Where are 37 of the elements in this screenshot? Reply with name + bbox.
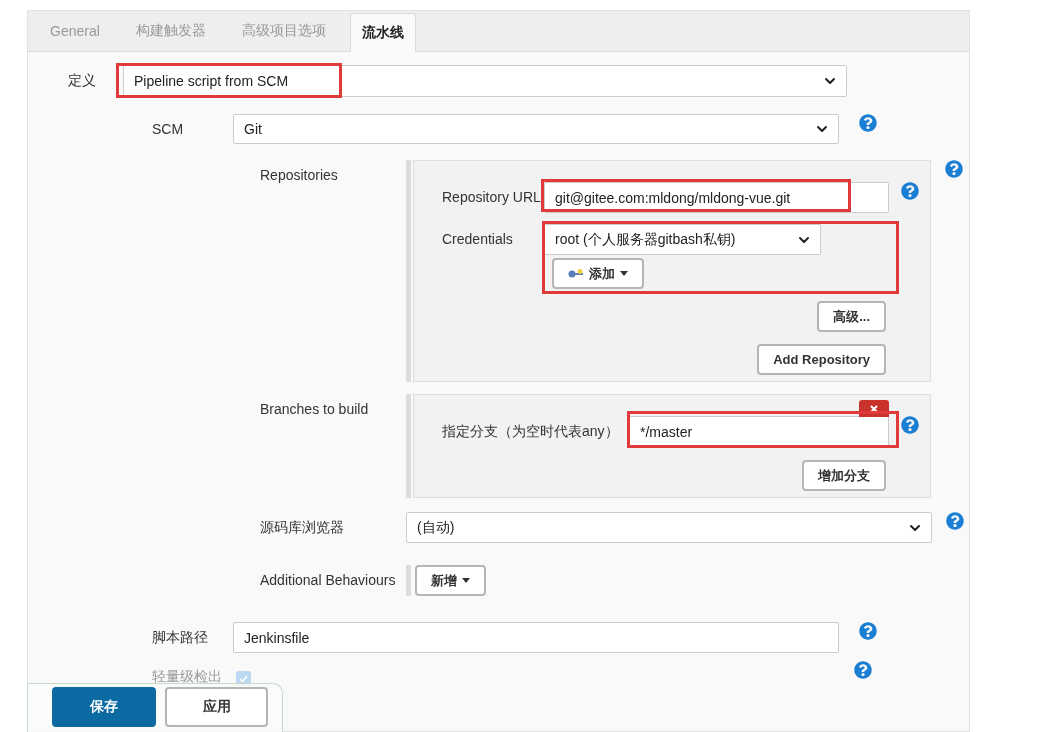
help-icon[interactable]	[946, 512, 964, 530]
select-field[interactable]: Git	[233, 114, 839, 144]
tab[interactable]: 流水线	[349, 13, 416, 52]
field-label: 轻量级检出	[152, 667, 223, 686]
input-field[interactable]: */master	[629, 416, 889, 447]
add-behaviour-button[interactable]: 新增	[415, 565, 486, 596]
input-field[interactable]: Jenkinsfile	[233, 622, 839, 653]
caret-icon	[620, 271, 628, 276]
select-field[interactable]: root (个人服务器gitbash私钥)	[544, 224, 821, 255]
key-icon	[568, 268, 584, 279]
save-button[interactable]: 保存	[52, 687, 156, 727]
field-label: 源码库浏览器	[260, 518, 345, 537]
help-icon[interactable]	[945, 160, 963, 178]
caret-icon	[462, 578, 470, 583]
field-label: Credentials	[442, 230, 514, 247]
add-repository-button[interactable]: Add Repository	[757, 344, 886, 375]
help-icon[interactable]	[901, 182, 919, 200]
field-label: Repository URL	[442, 188, 542, 205]
help-icon[interactable]	[859, 114, 877, 132]
help-icon[interactable]	[854, 661, 872, 679]
help-icon[interactable]	[901, 416, 919, 434]
apply-button[interactable]: 应用	[165, 687, 268, 727]
advanced-button[interactable]: 高级...	[817, 301, 886, 332]
field-label: 脚本路径	[152, 628, 209, 647]
field-label: Additional Behaviours	[260, 571, 397, 588]
close-icon	[870, 404, 878, 413]
select-field[interactable]: (自动)	[406, 512, 932, 543]
field-label: SCM	[152, 120, 185, 137]
input-field[interactable]: git@gitee.com:mldong/mldong-vue.git	[544, 182, 889, 213]
field-label: 指定分支（为空时代表any）	[442, 422, 620, 441]
field-label: Branches to build	[260, 400, 370, 417]
add-branch-button[interactable]: 增加分支	[802, 460, 886, 491]
help-icon[interactable]	[859, 622, 877, 640]
select-field[interactable]: Pipeline script from SCM	[123, 65, 847, 97]
add-credentials-button[interactable]: 添加	[552, 258, 644, 289]
field-label: 定义	[68, 71, 97, 90]
field-label: Repositories	[260, 166, 339, 183]
